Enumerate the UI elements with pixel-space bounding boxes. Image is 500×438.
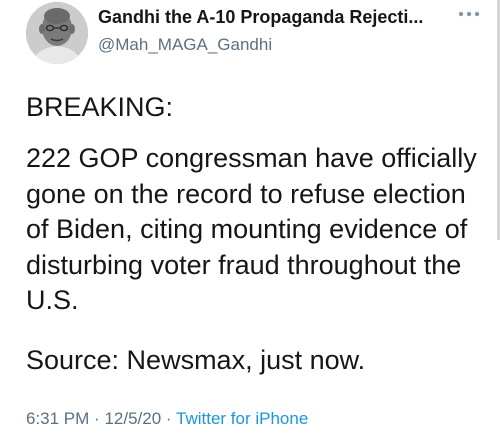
tweet-body-line: U.S. xyxy=(26,285,79,315)
author-avatar[interactable] xyxy=(26,2,88,64)
tweet-text-breaking: BREAKING: xyxy=(26,92,174,122)
tweet-metadata: 6:31 PM · 12/5/20 · Twitter for iPhone xyxy=(26,409,308,429)
more-dots-icon[interactable] xyxy=(456,5,482,23)
tweet-body-line: of Biden, citing mounting evidence of xyxy=(26,214,468,244)
author-handle[interactable]: @Mah_MAGA_Gandhi xyxy=(98,35,272,55)
tweet-time[interactable]: 6:31 PM xyxy=(26,409,89,428)
tweet-date[interactable]: 12/5/20 xyxy=(104,409,161,428)
tweet-body-line: disturbing voter fraud throughout the xyxy=(26,249,462,280)
tweet-text-source: Source: Newsmax, just now. xyxy=(26,345,366,375)
tweet-body-line: 222 GOP congressman have officially xyxy=(26,143,477,173)
author-display-name[interactable]: Gandhi the A-10 Propaganda Rejecti... xyxy=(98,7,423,28)
meta-separator: · xyxy=(165,409,172,428)
tweet-body-line: gone on the record to refuse election xyxy=(26,178,466,209)
meta-separator: · xyxy=(94,409,100,428)
tweet-card: Gandhi the A-10 Propaganda Rejecti... @M… xyxy=(0,0,500,438)
source-app-link[interactable]: Twitter for iPhone xyxy=(176,409,308,428)
portrait-icon xyxy=(26,2,88,64)
tweet-body: 222 GOP congressman have officially gone… xyxy=(26,141,477,319)
